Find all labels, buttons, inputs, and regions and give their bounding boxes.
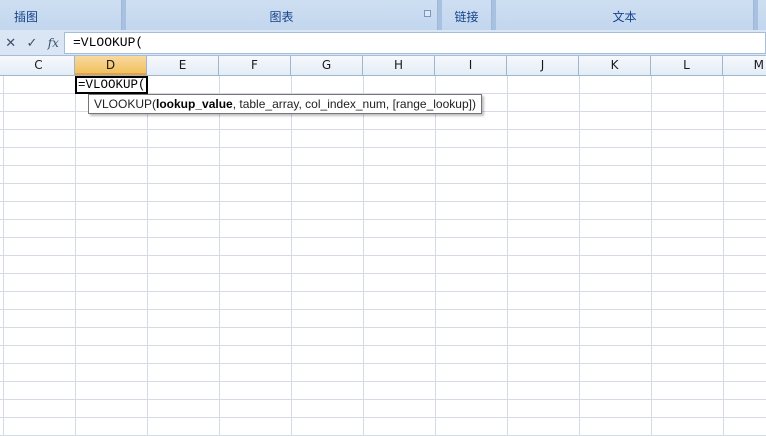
column-header-k[interactable]: K <box>579 56 651 75</box>
column-header-j[interactable]: J <box>507 56 579 75</box>
ribbon-group-label: 图表 <box>269 10 294 24</box>
column-headers: C D E F G H I J K L M <box>0 56 766 76</box>
column-header-l[interactable]: L <box>651 56 723 75</box>
dialog-launcher-icon[interactable] <box>424 10 431 17</box>
ribbon-bar: 插图 图表 链接 文本 <box>0 0 766 30</box>
column-header-i[interactable]: I <box>435 56 507 75</box>
ribbon-group-charts[interactable]: 图表 <box>126 0 438 30</box>
ribbon-group-label: 文本 <box>612 10 637 24</box>
insert-function-button[interactable]: fx <box>44 36 62 50</box>
text-caret <box>145 78 147 92</box>
formula-input[interactable]: =VLOOKUP( <box>64 32 766 54</box>
ribbon-group-text[interactable]: 文本 <box>496 0 754 30</box>
column-header-c[interactable]: C <box>3 56 75 75</box>
x-icon[interactable]: ✕ <box>2 36 20 51</box>
function-argument-tooltip[interactable]: VLOOKUP(lookup_value, table_array, col_i… <box>88 94 482 114</box>
column-header-g[interactable]: G <box>291 56 363 75</box>
active-cell-value: =VLOOKUP( <box>78 78 146 92</box>
column-header-h[interactable]: H <box>363 56 435 75</box>
ribbon-group-links[interactable]: 链接 <box>442 0 492 30</box>
worksheet-grid[interactable] <box>0 76 766 436</box>
tooltip-function-name[interactable]: VLOOKUP( <box>94 97 156 111</box>
column-header-f[interactable]: F <box>219 56 291 75</box>
ribbon-group-partial <box>758 0 766 30</box>
check-icon[interactable]: ✓ <box>23 36 41 51</box>
tooltip-remaining-arguments: , table_array, col_index_num, [range_loo… <box>232 97 476 111</box>
ribbon-group-label: 链接 <box>454 10 479 24</box>
active-cell-editor[interactable]: =VLOOKUP( <box>75 76 148 94</box>
column-header-d[interactable]: D <box>75 56 147 75</box>
tooltip-current-argument[interactable]: lookup_value <box>156 97 233 111</box>
column-header-e[interactable]: E <box>147 56 219 75</box>
formula-bar-buttons: ✕ ✓ fx <box>0 32 64 54</box>
ribbon-group-illustrations[interactable]: 插图 <box>0 0 122 30</box>
column-header-m[interactable]: M <box>723 56 766 75</box>
formula-bar: ✕ ✓ fx =VLOOKUP( <box>0 30 766 56</box>
ribbon-group-label: 插图 <box>14 10 39 24</box>
